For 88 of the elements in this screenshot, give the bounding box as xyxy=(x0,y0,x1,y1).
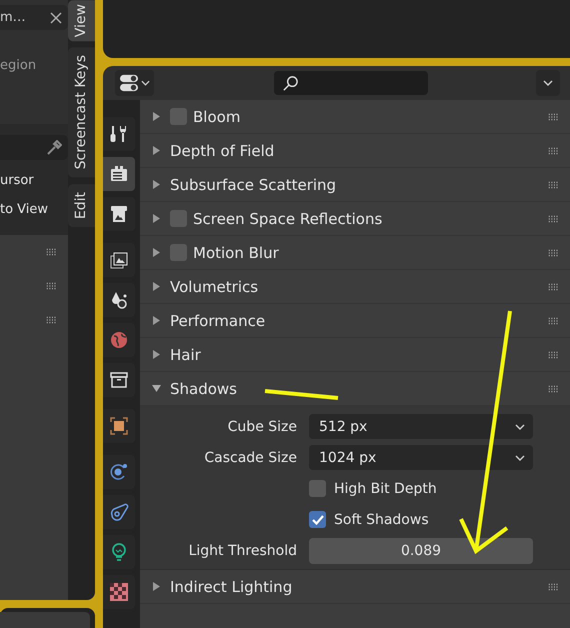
field-label: Cascade Size xyxy=(203,450,297,466)
drag-handle-icon xyxy=(548,112,560,120)
search-icon xyxy=(282,74,299,92)
properties-tab[interactable] xyxy=(103,575,135,609)
menu-item[interactable]: to View xyxy=(0,199,68,228)
panel-title: Performance xyxy=(170,312,266,330)
drag-handle-icon xyxy=(46,316,58,324)
dropdown[interactable]: 512 px xyxy=(309,414,533,439)
drag-handle-icon xyxy=(46,282,58,290)
properties-tab[interactable] xyxy=(103,455,135,489)
panel-header[interactable]: Indirect Lighting xyxy=(140,570,570,604)
images-icon xyxy=(109,250,129,270)
checkbox[interactable] xyxy=(309,511,326,528)
enable-checkbox[interactable] xyxy=(170,210,187,227)
panel-header[interactable]: Hair xyxy=(140,338,570,372)
panel-title: Screen Space Reflections xyxy=(193,210,382,228)
globe-icon xyxy=(109,330,129,350)
drag-handle-icon xyxy=(548,316,560,324)
panel-title: Subsurface Scattering xyxy=(170,176,336,194)
panel-title: Indirect Lighting xyxy=(170,578,292,596)
panel-header[interactable]: Performance xyxy=(140,304,570,338)
drag-handle-icon xyxy=(548,180,560,188)
chevron-icon xyxy=(515,424,525,430)
region-label: egion xyxy=(0,58,36,73)
box-icon xyxy=(109,370,129,390)
panel-header[interactable]: Screen Space Reflections xyxy=(140,202,570,236)
panel-title: Depth of Field xyxy=(170,142,274,160)
properties-tab[interactable] xyxy=(103,495,135,529)
properties-tab[interactable] xyxy=(103,409,135,443)
properties-tab[interactable] xyxy=(103,157,135,191)
menu-item[interactable]: ursor xyxy=(0,170,68,199)
panel-header[interactable]: Subsurface Scattering xyxy=(140,168,570,202)
search-field[interactable] xyxy=(274,71,428,95)
drag-handle-icon xyxy=(548,582,560,590)
enable-checkbox[interactable] xyxy=(170,108,187,125)
properties-tab[interactable] xyxy=(103,535,135,569)
wrench-screwdriver-icon xyxy=(109,124,129,144)
panel-header[interactable]: Volumetrics xyxy=(140,270,570,304)
properties-tab[interactable] xyxy=(103,117,135,151)
chevron-icon xyxy=(515,454,525,460)
drag-handle-icon xyxy=(548,384,560,392)
checkbox[interactable] xyxy=(309,480,326,497)
drag-handle-icon xyxy=(548,350,560,358)
editor-type-button[interactable] xyxy=(115,70,154,96)
eyedropper-icon xyxy=(46,140,62,156)
dropdown[interactable]: 1024 px xyxy=(309,445,533,470)
filter-field[interactable]: m… xyxy=(0,5,68,30)
enable-checkbox[interactable] xyxy=(170,244,187,261)
panel-title: Hair xyxy=(170,346,201,364)
properties-tab[interactable] xyxy=(103,197,135,231)
orbit-icon xyxy=(109,462,129,482)
properties-tab[interactable] xyxy=(103,363,135,397)
number-field[interactable] xyxy=(0,612,90,628)
printer-icon xyxy=(109,204,129,224)
field-label: Light Threshold xyxy=(188,542,297,558)
drag-handle-icon xyxy=(548,282,560,290)
drag-handle-icon xyxy=(548,146,560,154)
panel-title: Shadows xyxy=(170,380,238,398)
properties-tab[interactable] xyxy=(103,243,135,277)
light-bulb-icon xyxy=(109,542,129,562)
chevron-icon xyxy=(543,80,553,86)
close-icon xyxy=(50,12,62,24)
drag-handle-icon xyxy=(548,214,560,222)
panel-title: Volumetrics xyxy=(170,278,258,296)
checker-icon xyxy=(109,582,129,602)
panel-title: Bloom xyxy=(193,108,240,126)
field-label: Cube Size xyxy=(226,418,297,434)
checkbox-label: Soft Shadows xyxy=(334,512,429,528)
sidebar-tab[interactable]: Edit xyxy=(68,184,95,227)
chevron-icon xyxy=(141,80,150,86)
sidebar-tab[interactable]: View xyxy=(68,0,95,42)
properties-tab[interactable] xyxy=(103,283,135,317)
number-field[interactable]: 0.089 xyxy=(309,538,533,564)
panel-header[interactable]: Motion Blur xyxy=(140,236,570,270)
toggle-icon xyxy=(119,74,139,92)
camera-icon xyxy=(109,164,129,184)
options-button[interactable] xyxy=(536,70,560,96)
eyedropper-field[interactable] xyxy=(0,135,68,160)
panel-header[interactable]: Depth of Field xyxy=(140,134,570,168)
square-icon xyxy=(109,416,129,436)
drag-handle-icon xyxy=(548,248,560,256)
sidebar-tab[interactable]: Screencast Keys xyxy=(68,47,95,178)
panel-header[interactable]: Bloom xyxy=(140,100,570,134)
chain-icon xyxy=(109,502,129,522)
drag-handle-icon xyxy=(46,248,58,256)
checkbox-label: High Bit Depth xyxy=(334,480,437,496)
drops-icon xyxy=(109,290,129,310)
panel-title: Motion Blur xyxy=(193,244,279,262)
